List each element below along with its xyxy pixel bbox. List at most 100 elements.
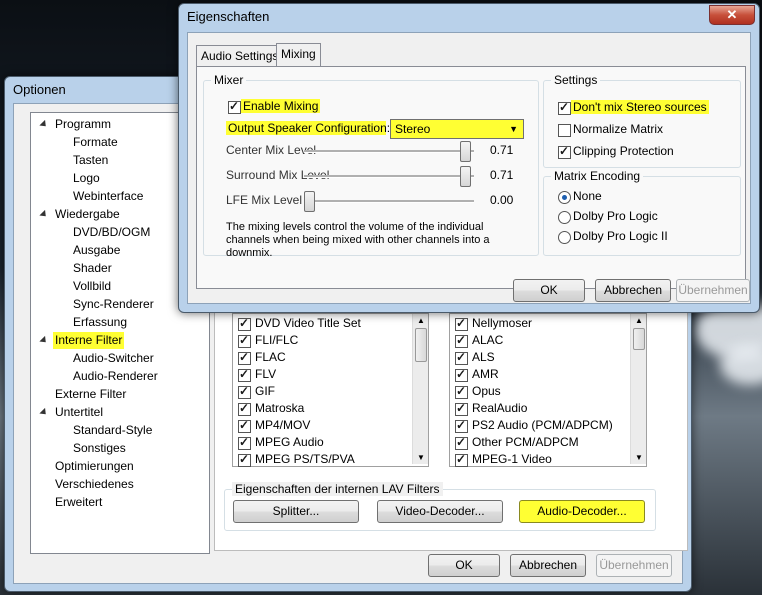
filter-checkbox[interactable] — [238, 384, 251, 399]
tree-item[interactable]: Webinterface — [71, 188, 145, 205]
filter-checkbox[interactable] — [238, 418, 251, 433]
scroll-up-arrow-icon[interactable]: ▲ — [635, 316, 643, 325]
tree-item[interactable]: Programm — [53, 116, 113, 133]
slider-value: 0.71 — [490, 168, 514, 182]
tree-item[interactable]: Logo — [71, 170, 102, 187]
filter-checkbox[interactable] — [238, 367, 251, 382]
filter-label: ALS — [472, 350, 495, 364]
filter-checkbox[interactable] — [455, 350, 468, 365]
options-cancel-button[interactable]: Abbrechen — [510, 554, 586, 577]
filter-checkbox[interactable] — [455, 418, 468, 433]
mix-level-slider-thumb[interactable] — [304, 191, 315, 212]
filter-checkbox[interactable] — [455, 333, 468, 348]
filter-checkbox[interactable] — [455, 384, 468, 399]
tree-item[interactable]: Shader — [71, 260, 114, 277]
filter-label: MPEG-1 Video — [472, 452, 552, 466]
filter-checkbox[interactable] — [455, 452, 468, 467]
speaker-config-label: Output Speaker Configuration: — [226, 121, 391, 135]
tree-item[interactable]: Externe Filter — [53, 386, 128, 403]
properties-title: Eigenschaften — [187, 9, 270, 24]
tree-item[interactable]: Verschiedenes — [53, 476, 136, 493]
tree-item[interactable]: Vollbild — [71, 278, 113, 295]
chevron-down-icon: ▼ — [509, 124, 518, 134]
audio-decoder-button[interactable]: Audio-Decoder... — [519, 500, 645, 523]
enable-mixing-checkbox[interactable] — [228, 99, 241, 114]
normalize-matrix-label: Normalize Matrix — [573, 122, 664, 136]
mix-level-slider-track[interactable] — [304, 200, 474, 203]
tree-item[interactable]: Formate — [71, 134, 120, 151]
filter-checkbox[interactable] — [238, 316, 251, 331]
mix-level-slider-thumb[interactable] — [460, 166, 472, 187]
matrix-dolby-pro-logic-2-radio[interactable] — [558, 231, 571, 244]
tree-item[interactable]: Interne Filter — [53, 332, 125, 349]
tree-item[interactable]: Erweitert — [53, 494, 104, 511]
tree-item[interactable]: Ausgabe — [71, 242, 122, 259]
tree-item[interactable]: Sonstiges — [71, 440, 128, 457]
scroll-up-arrow-icon[interactable]: ▲ — [417, 316, 425, 325]
slider-value: 0.00 — [490, 193, 514, 207]
filter-checkbox[interactable] — [455, 435, 468, 450]
tab-mixing[interactable]: Mixing — [276, 43, 321, 66]
close-icon[interactable]: ✕ — [709, 5, 755, 25]
mixer-group-label: Mixer — [211, 73, 247, 87]
splitter-button[interactable]: Splitter... — [233, 500, 359, 523]
tree-item[interactable]: Audio-Switcher — [71, 350, 156, 367]
filter-checkbox[interactable] — [455, 367, 468, 382]
tree-item[interactable]: Wiedergabe — [53, 206, 122, 223]
matrix-encoding-group: Matrix Encoding None Dolby Pro Logic Dol… — [543, 169, 741, 256]
tree-expand-arrow-icon[interactable] — [39, 407, 49, 418]
filter-label: Other PCM/ADPCM — [472, 435, 579, 449]
right-list-scrollbar[interactable]: ▲ ▼ — [630, 314, 646, 464]
tree-item[interactable]: Optimierungen — [53, 458, 136, 475]
matrix-none-radio[interactable] — [558, 191, 571, 204]
left-list-scrollbar[interactable]: ▲ ▼ — [412, 314, 428, 464]
normalize-matrix-checkbox[interactable] — [558, 124, 571, 137]
tree-expand-arrow-icon[interactable] — [39, 335, 49, 346]
tree-expand-arrow-icon[interactable] — [39, 209, 49, 220]
filter-checkbox[interactable] — [238, 435, 251, 450]
video-decoder-button[interactable]: Video-Decoder... — [377, 500, 503, 523]
mix-level-slider-track[interactable] — [304, 175, 474, 178]
properties-titlebar[interactable]: Eigenschaften ✕ — [179, 4, 759, 28]
left-list-scroll-thumb[interactable] — [415, 328, 427, 362]
settings-group-label: Settings — [551, 73, 601, 87]
filter-label: Nellymoser — [472, 316, 533, 330]
speaker-config-dropdown[interactable]: Stereo ▼ — [390, 119, 524, 139]
dont-mix-stereo-checkbox[interactable] — [558, 100, 571, 115]
slider-label: Center Mix Level — [226, 143, 317, 157]
tree-item[interactable]: DVD/BD/OGM — [71, 224, 152, 241]
filter-label: ALAC — [472, 333, 504, 347]
filter-checkbox[interactable] — [238, 452, 251, 467]
matrix-none-label: None — [573, 189, 602, 203]
tree-item[interactable]: Standard-Style — [71, 422, 154, 439]
filter-checkbox[interactable] — [455, 316, 468, 331]
scroll-down-arrow-icon[interactable]: ▼ — [417, 453, 425, 462]
filter-checkbox[interactable] — [238, 333, 251, 348]
options-ok-button[interactable]: OK — [428, 554, 500, 577]
clipping-protection-checkbox[interactable] — [558, 144, 571, 159]
mixing-tab-page: Mixer Enable Mixing Output Speaker Confi… — [196, 66, 746, 289]
enable-mixing-label: Enable Mixing — [241, 99, 321, 113]
filter-checkbox[interactable] — [455, 401, 468, 416]
lav-filters-group: Eigenschaften der internen LAV Filters S… — [224, 482, 656, 531]
tree-item[interactable]: Audio-Renderer — [71, 368, 160, 385]
properties-cancel-button[interactable]: Abbrechen — [595, 279, 671, 302]
mix-level-slider-thumb[interactable] — [460, 141, 472, 162]
tree-item[interactable]: Tasten — [71, 152, 110, 169]
properties-ok-button[interactable]: OK — [513, 279, 585, 302]
properties-client: Audio Settings Mixing Mixer Enable Mixin… — [187, 32, 751, 304]
scroll-down-arrow-icon[interactable]: ▼ — [635, 453, 643, 462]
filter-checkbox[interactable] — [238, 350, 251, 365]
tab-audio-settings[interactable]: Audio Settings — [196, 45, 284, 66]
right-list-scroll-thumb[interactable] — [633, 328, 645, 350]
tree-item[interactable]: Untertitel — [53, 404, 105, 421]
filter-checkbox[interactable] — [238, 401, 251, 416]
tree-expand-arrow-icon[interactable] — [39, 119, 49, 130]
mix-level-slider-track[interactable] — [304, 150, 474, 153]
matrix-encoding-label: Matrix Encoding — [551, 169, 644, 183]
mixer-group: Mixer Enable Mixing Output Speaker Confi… — [203, 73, 539, 259]
filter-label: MP4/MOV — [255, 418, 311, 432]
tree-item[interactable]: Sync-Renderer — [71, 296, 156, 313]
matrix-dolby-pro-logic-radio[interactable] — [558, 211, 571, 224]
tree-item[interactable]: Erfassung — [71, 314, 129, 331]
